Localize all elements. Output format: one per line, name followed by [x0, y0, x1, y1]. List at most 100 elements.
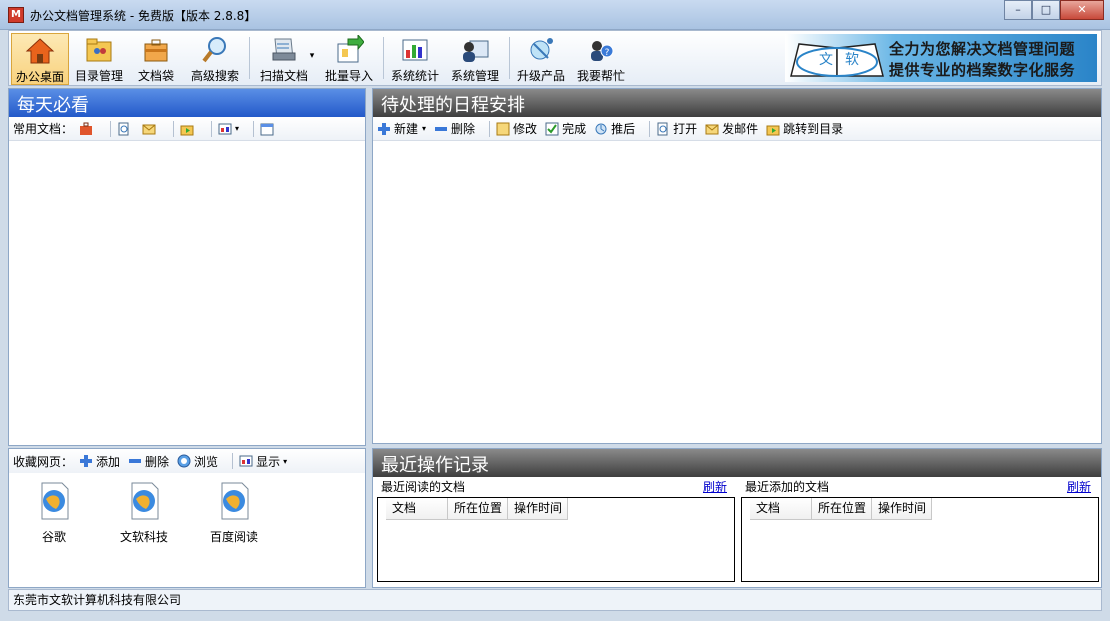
open-doc-small-button[interactable]	[117, 122, 134, 136]
favorite-label: 文软科技	[119, 530, 168, 544]
column-header[interactable]: 所在位置	[448, 498, 508, 519]
toolbar-directory-button[interactable]: 目录管理	[71, 33, 127, 85]
minus-icon	[129, 459, 142, 463]
chevron-down-icon: ▾	[422, 124, 427, 133]
favorite-label: 谷歌	[41, 530, 66, 544]
schedule-postpone-button[interactable]: 推后	[594, 120, 635, 137]
toolbar-divider	[249, 37, 250, 79]
view-grid-icon	[239, 455, 253, 467]
magnifier-icon	[202, 37, 226, 63]
view-mode-small-button[interactable]: ▾	[218, 122, 239, 136]
schedule-edit-button[interactable]: 修改	[496, 120, 537, 137]
favorite-item-baidu-read[interactable]: 百度阅读	[189, 475, 279, 545]
bar-divider	[253, 120, 255, 137]
app-logo-icon: M	[8, 7, 24, 23]
toolbar-system-stats-button[interactable]: 系统统计	[387, 33, 443, 85]
toolbar-advanced-search-button[interactable]: 高级搜索	[185, 33, 245, 85]
bar-divider	[489, 120, 491, 137]
goto-folder-small-button[interactable]	[180, 122, 197, 136]
calendar-small-button[interactable]	[260, 122, 277, 136]
schedule-new-button[interactable]: 新建 ▾	[377, 120, 426, 137]
favorite-item-wenruan[interactable]: 文软科技	[99, 475, 189, 545]
folder-arrow-icon	[766, 125, 780, 135]
favorites-label: 收藏网页：	[13, 454, 74, 469]
recent-added-section: 最近添加的文档 刷新 文档 所在位置 操作时间	[739, 477, 1099, 582]
scan-dropdown-arrow-icon[interactable]: ▾	[307, 33, 317, 85]
recent-added-header: 文档 所在位置 操作时间	[750, 498, 932, 520]
toolbar-label: 升级产品	[516, 69, 565, 83]
email-small-button[interactable]	[142, 122, 159, 136]
folder-users-icon	[86, 38, 112, 62]
favorite-item-google[interactable]: 谷歌	[9, 475, 99, 545]
recent-read-section: 最近阅读的文档 刷新 文档 所在位置 操作时间	[375, 477, 735, 582]
plus-icon	[80, 455, 93, 467]
recent-added-table[interactable]: 文档 所在位置 操作时间	[741, 497, 1099, 582]
schedule-panel: 待处理的日程安排 新建 ▾ 删除 修改 完成 推后 打开 发邮件 跳转到目录	[372, 88, 1102, 444]
close-button[interactable]: ✕	[1060, 0, 1104, 20]
column-header[interactable]: 操作时间	[508, 498, 568, 519]
schedule-open-button[interactable]: 打开	[656, 120, 697, 137]
column-header[interactable]: 操作时间	[872, 498, 932, 519]
recent-panel: 最近操作记录 最近阅读的文档 刷新 文档 所在位置 操作时间 最近添加的文档 刷…	[372, 448, 1102, 588]
toolbar-scan-doc-button[interactable]: 扫描文档	[253, 33, 315, 85]
toolbar-system-admin-button[interactable]: 系统管理	[447, 33, 503, 85]
schedule-delete-button[interactable]: 删除	[434, 120, 475, 137]
column-header[interactable]: 文档	[750, 498, 812, 519]
recent-read-header: 文档 所在位置 操作时间	[386, 498, 568, 520]
column-header[interactable]: 所在位置	[812, 498, 872, 519]
scanner-icon	[272, 38, 296, 61]
toolbar-label: 扫描文档	[259, 69, 308, 83]
recent-read-refresh-link[interactable]: 刷新	[703, 477, 727, 497]
briefcase-icon	[80, 122, 93, 135]
toolbar-help-button[interactable]: ? 我要帮忙	[573, 33, 629, 85]
schedule-open-label: 打开	[673, 122, 698, 136]
import-icon	[337, 35, 364, 63]
recent-added-refresh-link[interactable]: 刷新	[1067, 477, 1091, 497]
web-page-globe-icon	[131, 482, 159, 520]
favorite-add-button[interactable]: 添加	[79, 453, 120, 470]
browser-icon	[177, 454, 191, 468]
title-bar: M 办公文档管理系统 - 免费版【版本 2.8.8】 – □ ✕	[0, 0, 1110, 30]
favorite-delete-button[interactable]: 删除	[128, 453, 169, 470]
briefcase-icon	[144, 39, 168, 62]
toolbar-doc-bag-button[interactable]: 文档袋	[131, 33, 181, 85]
column-header[interactable]: 文档	[386, 498, 448, 519]
toolbar-office-desktop-button[interactable]: 办公桌面	[11, 33, 69, 85]
plus-icon	[378, 122, 390, 135]
schedule-toolbar: 新建 ▾ 删除 修改 完成 推后 打开 发邮件 跳转到目录	[373, 117, 1101, 141]
daily-panel: 每天必看 常用文档： ▾	[8, 88, 366, 446]
folder-arrow-icon	[180, 125, 194, 135]
toolbar-upgrade-button[interactable]: 升级产品	[513, 33, 569, 85]
bar-divider	[211, 120, 213, 137]
schedule-done-button[interactable]: 完成	[545, 120, 586, 137]
doc-bag-small-button[interactable]	[79, 122, 96, 136]
favorite-browse-button[interactable]: 浏览	[177, 453, 218, 470]
favorites-bar: 收藏网页： 添加 删除 浏览 显示 ▾	[9, 449, 365, 473]
minimize-button[interactable]: –	[1004, 0, 1032, 20]
bar-divider	[649, 120, 651, 137]
help-user-icon: ?	[591, 41, 614, 61]
company-name: 东莞市文软计算机科技有限公司	[13, 593, 182, 607]
banner-book-text: 文	[819, 52, 833, 68]
schedule-email-label: 发邮件	[722, 122, 759, 136]
favorite-delete-label: 删除	[145, 454, 170, 469]
favorite-label: 百度阅读	[209, 530, 258, 544]
maximize-button[interactable]: □	[1032, 0, 1060, 20]
toolbar-batch-import-button[interactable]: 批量导入	[321, 33, 377, 85]
recent-read-table[interactable]: 文档 所在位置 操作时间	[377, 497, 735, 582]
calendar-icon	[260, 123, 274, 135]
recent-added-label: 最近添加的文档	[745, 480, 830, 494]
toolbar-divider	[383, 37, 384, 79]
web-page-globe-icon	[221, 482, 249, 520]
toolbar-label: 办公桌面	[15, 70, 64, 84]
main-toolbar: 办公桌面 目录管理 文档袋 高级搜索 扫描文档 ▾ 批量导入 系统统计 系统管理…	[8, 30, 1102, 86]
schedule-goto-dir-button[interactable]: 跳转到目录	[766, 120, 843, 137]
web-page-globe-icon	[41, 482, 69, 520]
chevron-down-icon: ▾	[235, 124, 240, 133]
minus-icon	[435, 126, 448, 131]
favorite-display-button[interactable]: 显示 ▾	[239, 453, 287, 470]
schedule-email-button[interactable]: 发邮件	[705, 120, 758, 137]
bar-divider	[110, 120, 112, 137]
checkmark-icon	[545, 122, 559, 135]
envelope-icon	[142, 124, 156, 134]
